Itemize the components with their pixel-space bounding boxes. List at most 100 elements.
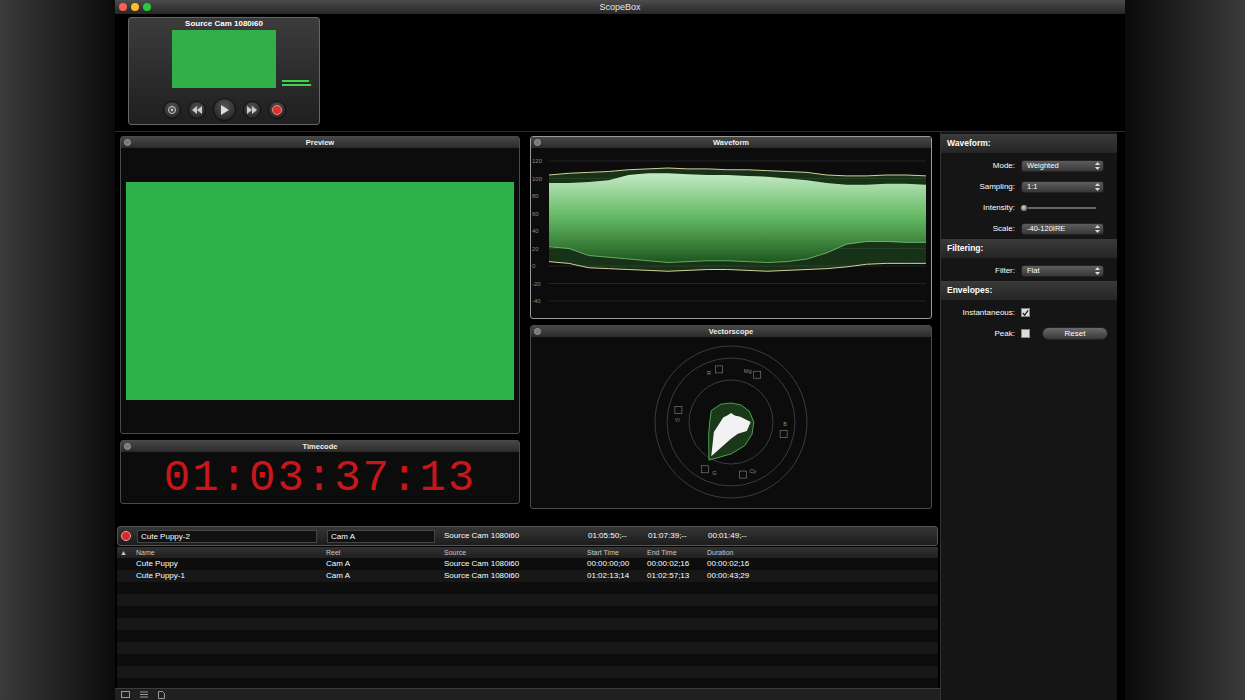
view-button[interactable] — [121, 690, 130, 700]
forward-button[interactable] — [243, 101, 261, 119]
audio-meters — [282, 80, 312, 86]
checkbox[interactable] — [1021, 308, 1030, 317]
checkbox[interactable] — [1021, 329, 1030, 338]
table-cell: Cute Puppy-1 — [133, 570, 323, 582]
row-gutter — [117, 570, 133, 582]
setting-label: Filter: — [941, 266, 1021, 276]
settings-button[interactable] — [163, 101, 181, 119]
panel-header: Waveform — [531, 137, 931, 148]
grid-line — [549, 283, 926, 284]
target-label: R — [707, 369, 711, 375]
graticule-ring — [667, 358, 795, 486]
source-area: Source Cam 1080i60 — [115, 14, 1125, 132]
screen-icon — [121, 691, 130, 698]
panel-title: Timecode — [131, 442, 509, 451]
peak-high-line — [549, 168, 926, 176]
axis-tick: 0 — [532, 263, 536, 269]
column-header[interactable]: Source — [441, 547, 584, 558]
audio-meter-fill — [282, 84, 311, 86]
section-header: Filtering: — [941, 239, 1117, 258]
table-row[interactable]: Cute PuppyCam ASource Cam 1080i6000:00:0… — [117, 558, 938, 570]
column-header[interactable]: Reel — [323, 547, 441, 558]
zoom-icon[interactable] — [143, 3, 151, 11]
record-bar: Cute Puppy-2Cam ASource Cam 1080i6001:05… — [117, 526, 938, 546]
duration: 00:01:49;-- — [708, 531, 768, 541]
sort-icon[interactable]: ▲ — [117, 547, 133, 558]
source-title: Source Cam 1080i60 — [185, 19, 263, 29]
setting-label: Instantaneous: — [941, 308, 1021, 318]
section-header: Envelopes: — [941, 281, 1117, 300]
record-button[interactable] — [268, 101, 286, 119]
source-panel: Source Cam 1080i60 — [128, 17, 320, 125]
reset-button[interactable]: Reset — [1042, 327, 1108, 340]
record-icon — [272, 105, 282, 115]
panel-title: Waveform — [541, 138, 921, 147]
axis-tick: 60 — [532, 211, 539, 217]
close-icon[interactable] — [124, 443, 131, 450]
target-label: Mg — [744, 367, 752, 373]
target-label: B — [783, 420, 787, 426]
axis-tick: 120 — [532, 158, 543, 164]
slider-knob[interactable] — [1020, 204, 1028, 212]
record-button[interactable] — [121, 531, 131, 541]
timecode-panel: Timecode01:03:37:13 — [120, 440, 520, 504]
table-cell: Source Cam 1080i60 — [441, 570, 584, 582]
document-button[interactable] — [158, 690, 165, 700]
table-body: Cute PuppyCam ASource Cam 1080i6000:00:0… — [117, 558, 938, 688]
play-button[interactable] — [213, 98, 236, 121]
preview-panel: Preview — [120, 136, 520, 434]
dropdown[interactable]: -40-120IRE — [1021, 223, 1104, 235]
close-icon[interactable] — [534, 139, 541, 146]
axis-tick: 80 — [532, 193, 539, 199]
close-icon[interactable] — [119, 3, 127, 11]
dropdown[interactable]: Flat — [1021, 265, 1104, 277]
column-header[interactable]: Duration — [704, 547, 764, 558]
setting-row: Instantaneous: — [941, 302, 1117, 323]
reel-field[interactable]: Cam A — [327, 530, 435, 543]
intensity-slider[interactable] — [1021, 203, 1096, 213]
table-row[interactable]: Cute Puppy-1Cam ASource Cam 1080i60 01:02… — [117, 570, 938, 582]
clip-name-field[interactable]: Cute Puppy-2 — [137, 530, 317, 543]
source-label: Source Cam 1080i60 — [444, 531, 588, 541]
source-monitor — [136, 30, 312, 88]
target-label: G — [712, 470, 716, 476]
dropdown[interactable]: Weighted — [1021, 160, 1104, 172]
axis-tick: 40 — [532, 228, 539, 234]
window-edge — [1117, 132, 1125, 700]
vectorscope-panel: VectorscopeRMgBCyGYl — [530, 325, 932, 509]
axis-tick: -20 — [532, 281, 541, 287]
panel-header: Preview — [121, 137, 519, 148]
dropdown-value: Weighted — [1027, 161, 1095, 171]
rewind-button[interactable] — [188, 101, 206, 119]
dropdown[interactable]: 1:1 — [1021, 181, 1104, 193]
window-controls — [119, 3, 159, 11]
list-button[interactable] — [140, 690, 148, 700]
grid-line — [549, 161, 926, 162]
panel-body — [121, 148, 519, 433]
column-header[interactable]: Name — [133, 547, 323, 558]
right-column: Waveform120100806040200-20-40Vectorscope… — [530, 136, 932, 526]
document-icon — [158, 691, 165, 699]
dropdown-value: Flat — [1027, 266, 1095, 276]
audio-meter-fill — [282, 80, 309, 82]
fast-forward-icon — [247, 106, 257, 114]
target-box — [780, 430, 787, 437]
close-icon[interactable] — [124, 139, 131, 146]
column-header[interactable]: Start Time — [584, 547, 644, 558]
waveform-chart: 120100806040200-20-40 — [531, 148, 931, 318]
audio-meter — [282, 84, 312, 86]
table-cell: Cam A — [323, 570, 441, 582]
setting-row: Peak:Reset — [941, 323, 1117, 344]
window-title: ScopeBox — [159, 2, 1081, 13]
bottom-toolbar — [115, 688, 940, 700]
scopes-area: PreviewTimecode01:03:37:13Waveform120100… — [115, 132, 940, 526]
table-cell: 01:02:57;13 — [644, 570, 704, 582]
close-icon[interactable] — [534, 328, 541, 335]
rewind-icon — [192, 106, 202, 114]
column-header[interactable]: End Time — [644, 547, 704, 558]
minimize-icon[interactable] — [131, 3, 139, 11]
setting-label: Intensity: — [941, 203, 1021, 213]
dropdown-arrows-icon — [1095, 162, 1100, 170]
table-cell: 00:00:02;16 — [644, 558, 704, 570]
target-label: Cy — [750, 468, 757, 474]
